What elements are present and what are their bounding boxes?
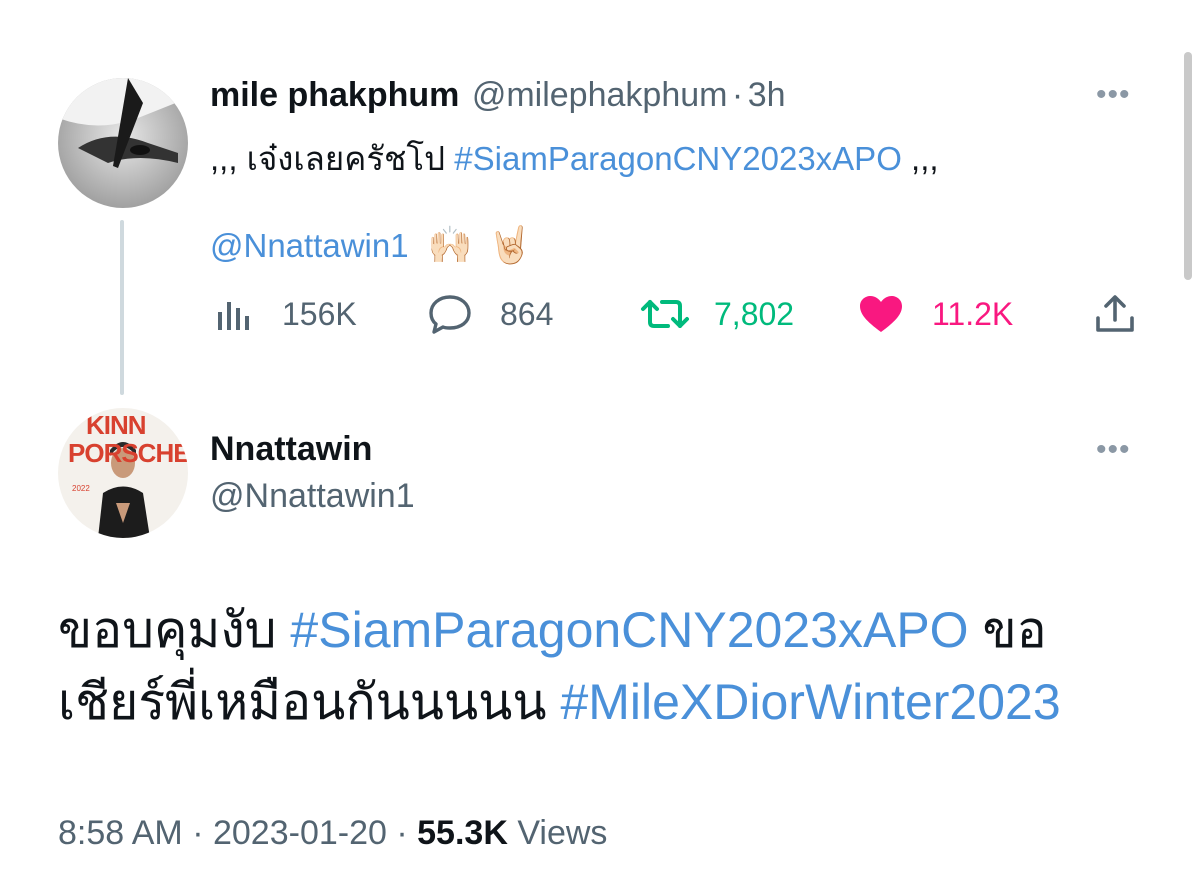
thread-line <box>120 220 124 395</box>
raising-hands-emoji: 🙌🏻 <box>427 224 473 265</box>
views-count: 55.3K <box>417 814 508 852</box>
text-suffix: ,,, <box>911 140 939 177</box>
author-handle[interactable]: @Nnattawin1 <box>210 477 415 516</box>
like-button[interactable]: 11.2K <box>858 294 1013 334</box>
like-count: 11.2K <box>932 295 1014 332</box>
author-name[interactable]: Nnattawin <box>210 430 372 469</box>
avatar-image <box>58 78 188 208</box>
reply-icon <box>429 295 471 334</box>
tweet1-mention-line: @Nnattawin1 🙌🏻 🤘🏻 <box>210 224 533 266</box>
reply-button[interactable]: 864 <box>428 294 553 334</box>
views-icon <box>218 302 249 330</box>
tweet-meta: 8:58 AM · 2023-01-20 · 55.3K Views <box>58 814 607 853</box>
retweet-count: 7,802 <box>714 295 795 332</box>
share-button[interactable] <box>1094 294 1136 339</box>
hashtag-link[interactable]: #SiamParagonCNY2023xAPO <box>454 140 902 177</box>
tweet-date[interactable]: 2023-01-20 <box>213 814 387 852</box>
views-label: Views <box>517 814 608 852</box>
reply-count: 864 <box>500 295 554 332</box>
scrollbar[interactable] <box>1184 52 1192 280</box>
tweet-time[interactable]: 3h <box>748 76 786 114</box>
text-prefix: ,,, เจ๋งเลยครัชโป <box>210 140 446 177</box>
views-button[interactable]: 156K <box>214 294 357 334</box>
tweet2-text-line1: ขอบคุมงับ #SiamParagonCNY2023xAPO ขอ <box>58 594 1168 666</box>
avatar-nnattawin[interactable]: KINN PORSCHE 2022 <box>58 408 188 538</box>
tweet1-header: mile phakphum @milephakphum · 3h <box>210 76 786 115</box>
share-icon <box>1096 295 1134 332</box>
more-options-icon[interactable]: ••• <box>1096 78 1131 112</box>
separator: · <box>192 814 204 852</box>
hashtag-link[interactable]: #MileXDiorWinter2023 <box>560 674 1060 730</box>
text-part2: ขอ <box>982 602 1047 658</box>
retweet-icon <box>641 300 689 328</box>
separator: · <box>731 76 744 114</box>
more-options-icon[interactable]: ••• <box>1096 433 1131 467</box>
mention-link[interactable]: @Nnattawin1 <box>210 227 409 264</box>
retweet-button[interactable]: 7,802 <box>640 294 794 334</box>
avatar-milephakphum[interactable] <box>58 78 188 208</box>
views-count: 156K <box>282 295 357 332</box>
tweet-time[interactable]: 8:58 AM <box>58 814 183 852</box>
tweet1-text: ,,, เจ๋งเลยครัชโป #SiamParagonCNY2023xAP… <box>210 132 939 185</box>
text-part1: ขอบคุมงับ <box>58 602 277 658</box>
author-handle[interactable]: @milephakphum <box>472 76 728 114</box>
avatar-poster-title-top: KINN <box>86 410 147 440</box>
avatar-poster-year: 2022 <box>72 484 90 493</box>
author-name[interactable]: mile phakphum <box>210 76 459 114</box>
hashtag-link[interactable]: #SiamParagonCNY2023xAPO <box>290 602 968 658</box>
tweet2-text: ขอบคุมงับ #SiamParagonCNY2023xAPO ขอ เชี… <box>58 594 1168 738</box>
avatar-poster-title-bottom: PORSCHE <box>68 438 188 468</box>
rock-on-emoji: 🤘🏻 <box>487 224 533 265</box>
tweet2-text-line2: เชียร์พี่เหมือนกันนนนน #MileXDiorWinter2… <box>58 666 1168 738</box>
separator: · <box>396 814 408 852</box>
like-icon <box>860 296 902 332</box>
text-part3: เชียร์พี่เหมือนกันนนนน <box>58 674 547 730</box>
